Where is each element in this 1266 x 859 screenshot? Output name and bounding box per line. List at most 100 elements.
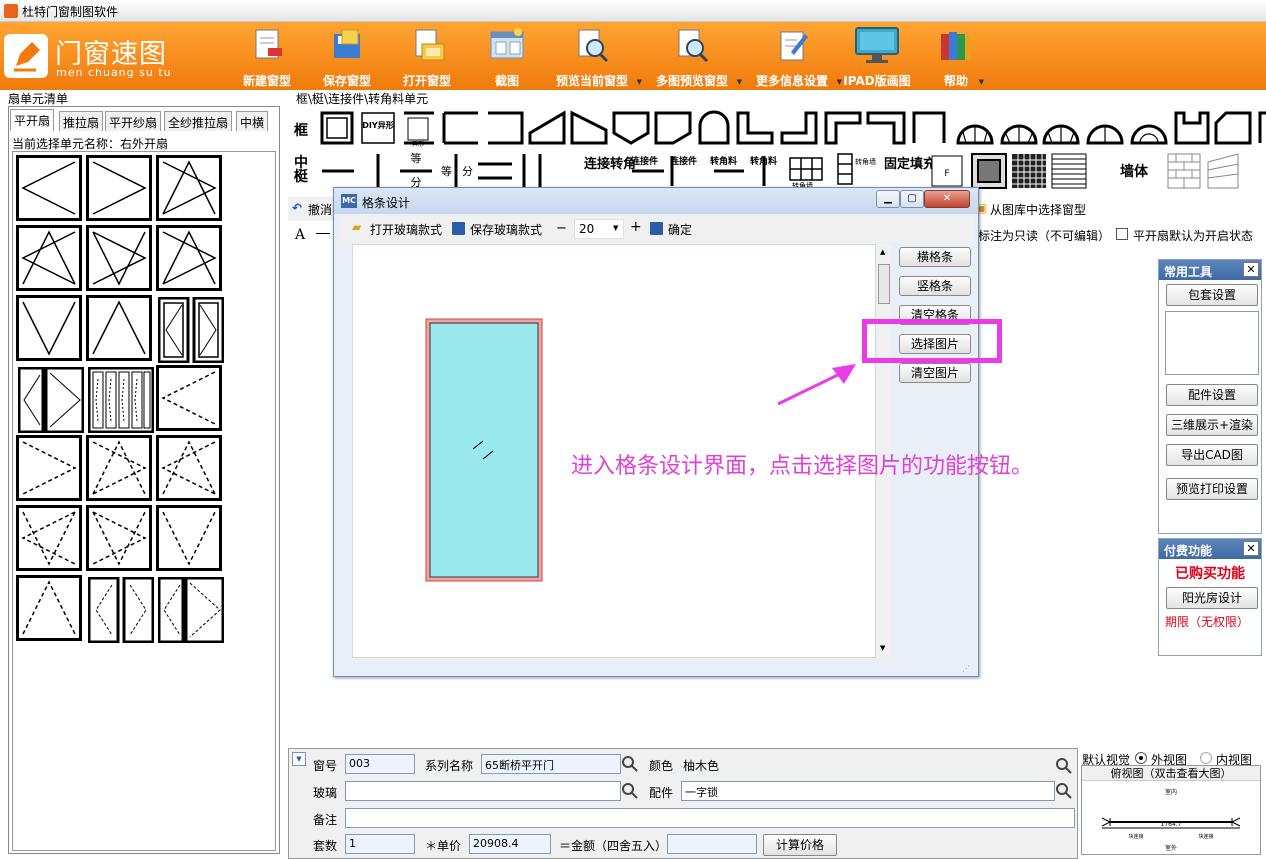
- wall-label: 墙体: [1120, 163, 1149, 180]
- save-glass-style-button[interactable]: 保存玻璃款式: [470, 221, 542, 238]
- sash-unit-pair[interactable]: [156, 295, 224, 363]
- increase-button[interactable]: +: [630, 219, 642, 235]
- note-field[interactable]: [345, 808, 1075, 828]
- default-open-label: 平开扇默认为开启状态: [1133, 229, 1254, 243]
- tab-transom[interactable]: 中横: [236, 111, 269, 131]
- settings-form-icon: [773, 26, 811, 64]
- search-icon[interactable]: [1055, 782, 1073, 800]
- close-icon[interactable]: ✕: [1243, 541, 1259, 556]
- collapse-icon[interactable]: ▼: [292, 752, 306, 766]
- preview-current-button[interactable]: 预览当前窗型 ▼: [548, 26, 642, 88]
- sash-unit-bottom-hung[interactable]: [86, 295, 152, 361]
- unit-price-label: ＊单价: [425, 839, 462, 853]
- chevron-down-icon[interactable]: ▼: [979, 78, 984, 86]
- default-open-checkbox[interactable]: [1116, 228, 1128, 240]
- sash-unit-multi[interactable]: [86, 365, 154, 433]
- package-settings-button[interactable]: 包套设置: [1166, 284, 1258, 306]
- chevron-down-icon[interactable]: ▼: [737, 78, 742, 86]
- folder-open-icon: ▰: [352, 220, 362, 234]
- sash-unit-tilt-right[interactable]: [86, 225, 152, 291]
- inner-view-radio[interactable]: [1200, 752, 1212, 764]
- amount-field[interactable]: [667, 834, 757, 854]
- divide-label-2: 分: [462, 165, 473, 178]
- multi-preview-button[interactable]: 多图预览窗型 ▼: [648, 26, 742, 88]
- annotation-arrow-icon: [777, 364, 856, 406]
- scrollbar-thumb[interactable]: [878, 264, 890, 304]
- more-info-settings-button[interactable]: 更多信息设置 ▼: [748, 26, 842, 88]
- horizontal-grid-button[interactable]: 横格条: [899, 247, 971, 267]
- help-button[interactable]: 帮助 ▼: [934, 26, 984, 88]
- plan-view-box[interactable]: 俯视图（双击查看大图） 室内 1764.7 块连接 块连接 室外: [1081, 765, 1261, 855]
- sash-unit-dashed-left[interactable]: [156, 365, 222, 431]
- calculate-price-button[interactable]: 计算价格: [763, 834, 837, 856]
- decrease-button[interactable]: −: [556, 221, 567, 236]
- sash-list-panel: 平开扇 推拉扇 平开纱扇 全纱推拉扇 中横 当前选择单元名称：右外开扇: [8, 106, 280, 854]
- vertical-grid-button[interactable]: 竖格条: [899, 276, 971, 296]
- 3d-render-button[interactable]: 三维展示+渲染: [1166, 414, 1258, 436]
- sash-unit-tilt-top[interactable]: [156, 225, 222, 291]
- chevron-down-icon[interactable]: ▼: [637, 78, 642, 86]
- sash-unit-left-open[interactable]: [16, 155, 82, 221]
- tab-casement-sash[interactable]: 平开扇: [10, 109, 55, 131]
- select-from-library-button[interactable]: 从图库中选择窗型: [990, 201, 1086, 218]
- tab-sliding-sash[interactable]: 推拉扇: [59, 111, 104, 131]
- undo-icon[interactable]: ↶: [292, 201, 302, 215]
- sash-unit-right-open[interactable]: [86, 155, 152, 221]
- close-icon[interactable]: ✕: [924, 190, 970, 208]
- sets-field[interactable]: 1: [345, 834, 415, 854]
- search-icon[interactable]: [621, 782, 639, 800]
- grid-design-dialog: MC 格条设计 ▁ ▢ ✕ ▰ 打开玻璃款式 保存玻璃款式 − 20 ▼ + 确…: [333, 187, 979, 677]
- outer-view-radio[interactable]: [1135, 752, 1147, 764]
- export-cad-button[interactable]: 导出CAD图: [1166, 444, 1258, 466]
- new-window-type-button[interactable]: 新建窗型: [236, 26, 298, 88]
- sash-unit-dashed-bottom-hung[interactable]: [16, 575, 82, 641]
- sash-unit-dashed-tilt-2[interactable]: [86, 505, 152, 571]
- clear-image-button[interactable]: 清空图片: [899, 363, 971, 383]
- dialog-app-icon: MC: [341, 194, 357, 208]
- sash-unit-double-open[interactable]: [156, 155, 222, 221]
- scroll-up-icon[interactable]: ▲: [880, 248, 885, 256]
- open-window-type-button[interactable]: 打开窗型: [396, 26, 458, 88]
- open-glass-style-button[interactable]: 打开玻璃款式: [370, 221, 442, 238]
- tab-full-screen-sliding-sash[interactable]: 全纱推拉扇: [164, 111, 233, 131]
- glass-field[interactable]: [345, 781, 621, 801]
- search-icon[interactable]: [1055, 757, 1073, 775]
- series-field[interactable]: 65断桥平开门: [481, 754, 621, 774]
- sash-unit-tilt-left[interactable]: [16, 225, 82, 291]
- close-icon[interactable]: ✕: [1243, 262, 1259, 277]
- mullion-row-label: 中梃: [294, 155, 308, 185]
- sash-unit-dashed-double[interactable]: [86, 435, 152, 501]
- sunroom-design-button[interactable]: 阳光房设计: [1166, 587, 1258, 609]
- fittings-field[interactable]: 一字锁: [681, 781, 1055, 801]
- undo-button[interactable]: 撤消: [308, 201, 332, 218]
- plan-view-drawing: 室内 1764.7 块连接 块连接 室外: [1101, 788, 1241, 852]
- size-select[interactable]: 20 ▼: [574, 219, 624, 239]
- screenshot-button[interactable]: 截图: [482, 26, 532, 88]
- open-file-icon: [408, 26, 446, 64]
- ipad-draw-button[interactable]: IPAD版画图: [840, 26, 914, 88]
- sash-unit-dashed-tilt[interactable]: [16, 505, 82, 571]
- unit-price-field[interactable]: 20908.4: [469, 834, 551, 854]
- frame-shapes-row[interactable]: DIY异形 异形: [318, 108, 1266, 150]
- scroll-down-icon[interactable]: ▼: [880, 644, 885, 652]
- sash-unit-pair-2[interactable]: [16, 365, 84, 433]
- mullion-shapes-row[interactable]: 等 分 等 分 连接转角 连接件 连接件 转角料 转角料 转角墙 转角墙 固定填…: [318, 150, 1266, 192]
- sash-unit-dashed-right[interactable]: [16, 435, 82, 501]
- print-preview-settings-button[interactable]: 预览打印设置: [1166, 478, 1258, 500]
- sash-unit-top-hung[interactable]: [16, 295, 82, 361]
- tab-casement-screen-sash[interactable]: 平开纱扇: [105, 111, 162, 131]
- fittings-settings-button[interactable]: 配件设置: [1166, 384, 1258, 406]
- sash-unit-dashed-top-hung[interactable]: [156, 505, 222, 571]
- save-window-type-button[interactable]: 保存窗型: [316, 26, 378, 88]
- font-button[interactable]: A: [295, 227, 305, 243]
- sash-unit-dashed-pair-2[interactable]: [156, 575, 224, 643]
- sash-unit-dashed-pair[interactable]: [86, 575, 154, 643]
- resize-grip-icon[interactable]: ⋰: [962, 664, 970, 673]
- window-no-field[interactable]: 003: [345, 754, 415, 774]
- maximize-icon[interactable]: ▢: [900, 190, 924, 208]
- sash-unit-dashed-double-2[interactable]: [156, 435, 222, 501]
- confirm-button[interactable]: 确定: [668, 221, 692, 238]
- search-icon[interactable]: [621, 755, 639, 773]
- order-info-panel: ▼ 窗号 003 系列名称 65断桥平开门 颜色 柚木色 玻璃 配件 一字锁 备…: [288, 748, 1078, 859]
- minimize-icon[interactable]: ▁: [876, 190, 900, 208]
